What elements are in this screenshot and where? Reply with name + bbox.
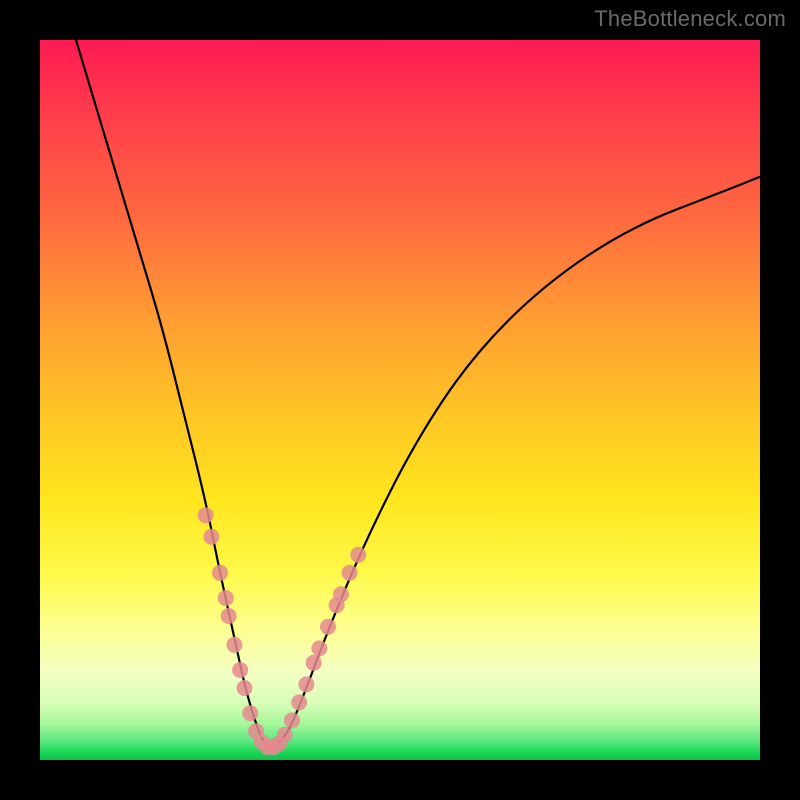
marker-dot — [203, 529, 219, 545]
marker-dot — [277, 727, 293, 743]
marker-dot — [350, 547, 366, 563]
marker-dot — [212, 565, 228, 581]
curve-layer — [40, 40, 760, 760]
marker-dot — [221, 608, 237, 624]
plot-area — [40, 40, 760, 760]
marker-dot — [333, 586, 349, 602]
marker-dot — [320, 619, 336, 635]
marker-dot — [242, 705, 258, 721]
marker-dot — [342, 565, 358, 581]
marker-dot — [226, 637, 242, 653]
marker-dot — [232, 662, 248, 678]
marker-dot — [306, 655, 322, 671]
marker-dot — [236, 680, 252, 696]
marker-dot — [298, 676, 314, 692]
watermark-text: TheBottleneck.com — [594, 6, 786, 32]
marker-dot — [291, 694, 307, 710]
marker-dot — [311, 640, 327, 656]
marker-dot — [284, 712, 300, 728]
bottleneck-curve — [76, 40, 760, 746]
marker-dot — [198, 507, 214, 523]
chart-frame: TheBottleneck.com — [0, 0, 800, 800]
marker-layer — [198, 507, 367, 755]
marker-dot — [218, 590, 234, 606]
